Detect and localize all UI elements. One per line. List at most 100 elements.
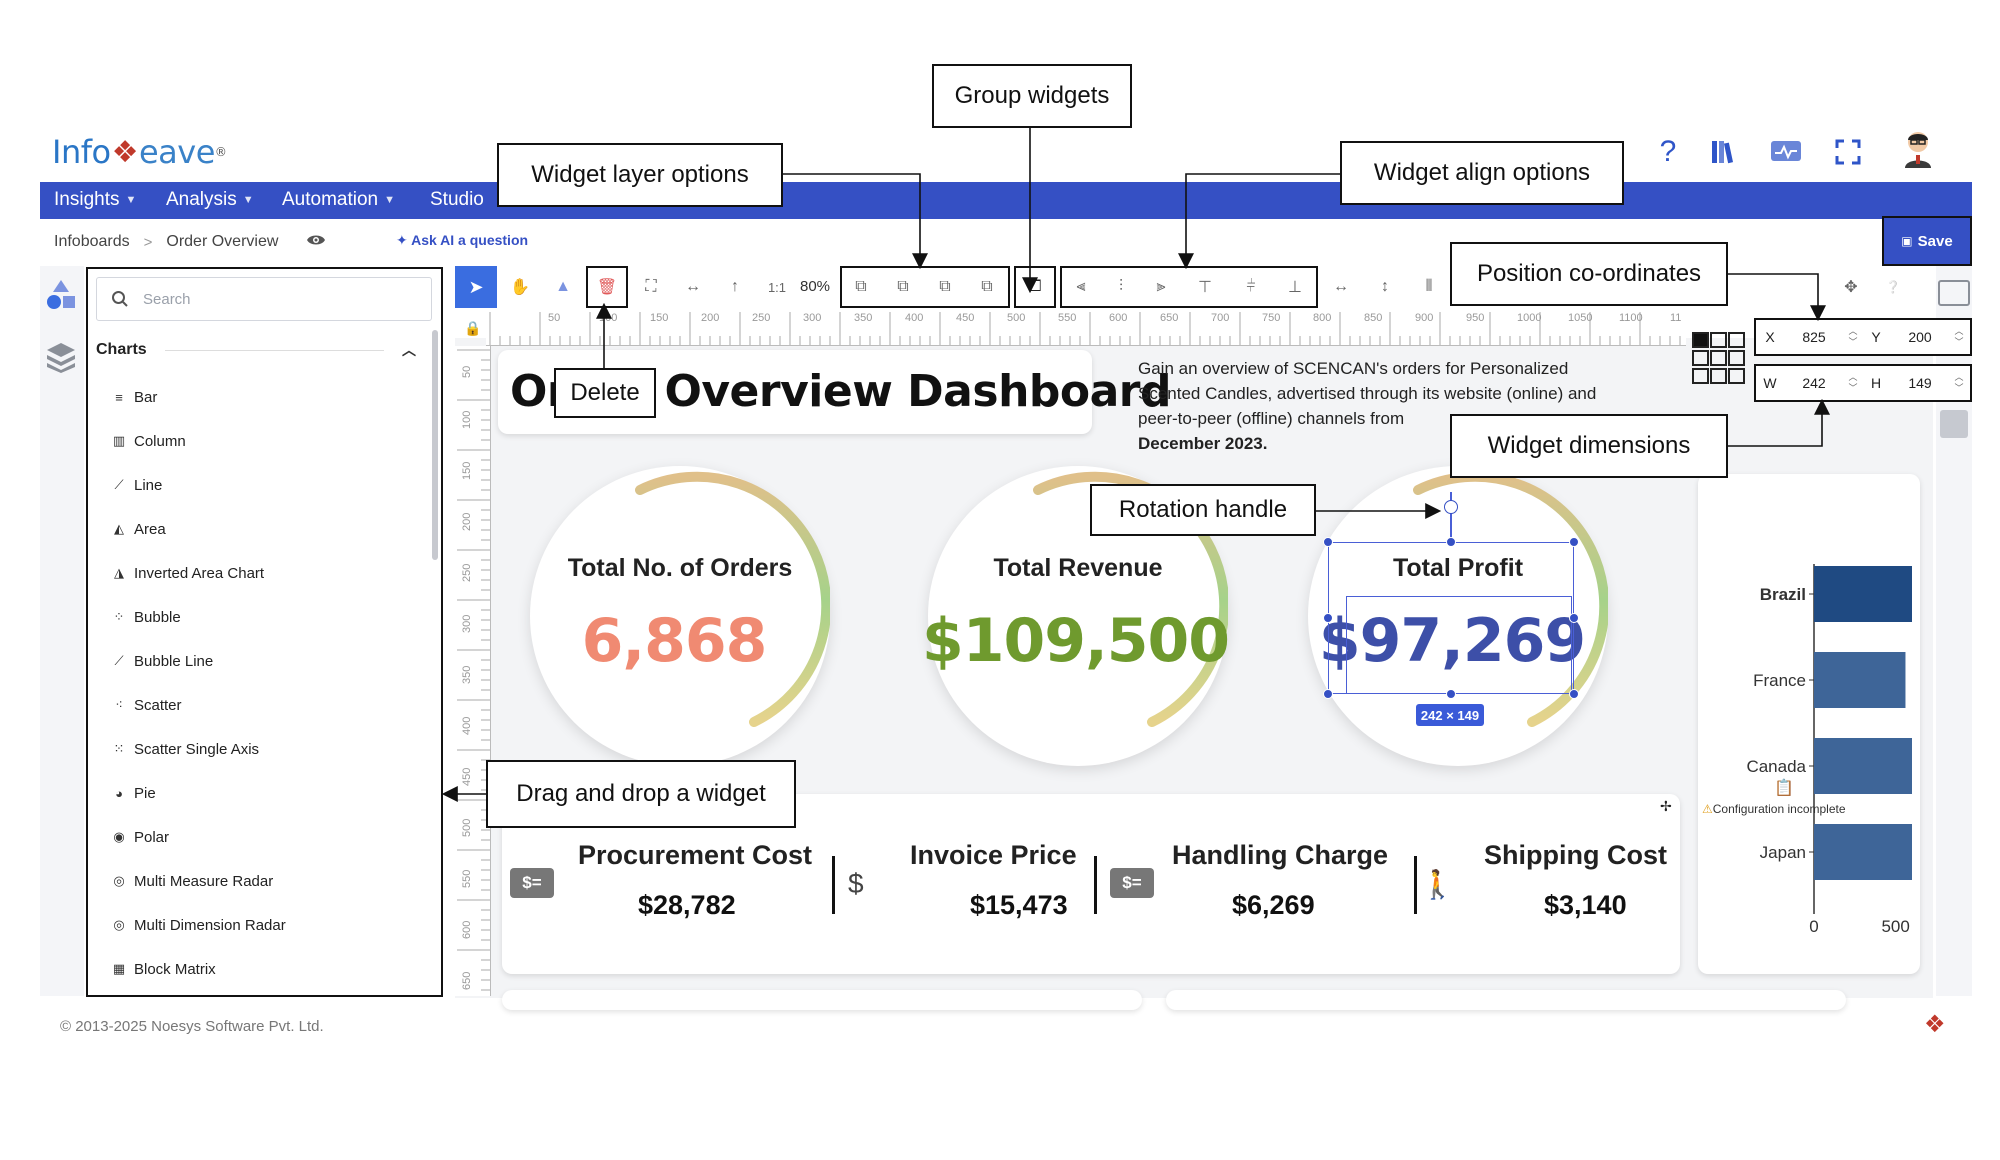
- chart-type-item[interactable]: ◉ Polar: [112, 826, 169, 848]
- widgets-shapes-icon[interactable]: [44, 278, 78, 317]
- bottom-widget-2[interactable]: [1166, 990, 1846, 1010]
- bottom-widget-1[interactable]: [502, 990, 1142, 1010]
- send-to-back-icon[interactable]: ⧉: [972, 272, 1002, 302]
- panel-scrollbar[interactable]: [432, 330, 438, 560]
- vertical-ruler: 50 100 150 200 250 300 350 400 450 500 550 600 650: [455, 346, 491, 996]
- widget-search-input[interactable]: Search: [96, 277, 432, 321]
- style-icon[interactable]: [1940, 410, 1968, 438]
- bring-to-front-icon[interactable]: ⧉: [846, 272, 876, 302]
- spacing-icon[interactable]: ⦀: [1414, 272, 1444, 302]
- send-backward-icon[interactable]: ⧉: [930, 272, 960, 302]
- breadcrumb-root[interactable]: Infoboards: [54, 233, 130, 251]
- actual-size-icon[interactable]: 1:1: [762, 272, 792, 302]
- y-label: Y: [1871, 329, 1881, 345]
- align-bottom-icon[interactable]: ⊥: [1280, 272, 1310, 302]
- chart-type-item[interactable]: ◭ Area: [112, 518, 166, 540]
- chart-type-item[interactable]: ▥ Column: [112, 430, 186, 452]
- chart-type-item[interactable]: ⟋ Line: [112, 474, 162, 496]
- add-icon[interactable]: ✢: [1660, 798, 1672, 815]
- move-icon[interactable]: ✥: [1836, 272, 1866, 302]
- ruler-label: 300: [461, 614, 473, 633]
- align-top-icon[interactable]: ⊤: [1190, 272, 1220, 302]
- width-stepper[interactable]: ︿ ﹀: [1844, 372, 1862, 394]
- width-arrow-icon[interactable]: ↔: [678, 272, 708, 302]
- ask-ai-link[interactable]: ✦ Ask AI a question: [396, 232, 528, 249]
- save-button[interactable]: ▣ Save: [1882, 216, 1972, 266]
- distribute-vertical-icon[interactable]: ↕: [1370, 272, 1400, 302]
- fit-screen-icon[interactable]: ⛶: [636, 272, 666, 302]
- height-input[interactable]: 149: [1890, 375, 1950, 391]
- nav-item-insights[interactable]: Insights ▼: [54, 189, 136, 211]
- group-widgets-icon[interactable]: ⧠: [1020, 272, 1050, 302]
- question-box-icon[interactable]: ❔: [1878, 272, 1908, 302]
- chart-type-item[interactable]: ▦ Block Matrix: [112, 958, 216, 980]
- config-icon[interactable]: 📋: [1774, 778, 1794, 798]
- nav-item-studio[interactable]: Studio: [430, 189, 484, 211]
- chart-type-label: Multi Measure Radar: [134, 872, 274, 890]
- chart-type-item[interactable]: ◎ Multi Measure Radar: [112, 870, 273, 892]
- bar: [1814, 824, 1912, 880]
- resize-handle-r[interactable]: [1569, 613, 1579, 623]
- logo-registered-mark: ®: [214, 145, 227, 159]
- user-avatar[interactable]: [1898, 128, 1938, 168]
- ruler-label: 850: [1364, 312, 1383, 324]
- chart-type-item[interactable]: ⁘ Bubble: [112, 606, 181, 628]
- resize-handle-l[interactable]: [1323, 613, 1333, 623]
- infoveave-logo[interactable]: Info ❖ eave ®: [52, 132, 227, 172]
- layers-icon[interactable]: [44, 340, 78, 379]
- width-input[interactable]: 242: [1784, 375, 1844, 391]
- align-right-icon[interactable]: ⫸: [1146, 272, 1176, 302]
- nav-item-automation[interactable]: Automation ▼: [282, 189, 395, 211]
- chart-type-item[interactable]: ≡ Bar: [112, 386, 157, 408]
- y-stepper[interactable]: ︿ ﹀: [1950, 326, 1968, 348]
- widget-selection-box[interactable]: [1328, 542, 1574, 694]
- arrow-up-icon[interactable]: ↑: [720, 272, 750, 302]
- kpi-value: 6,868: [581, 606, 768, 676]
- fullscreen-icon[interactable]: [1830, 134, 1866, 170]
- resize-handle-tr[interactable]: [1569, 537, 1579, 547]
- bar-chart-icon: ≡: [115, 389, 123, 405]
- chart-type-item[interactable]: ⁙ Scatter Single Axis: [112, 738, 260, 760]
- resize-handle-bl[interactable]: [1323, 689, 1333, 699]
- chart-type-item[interactable]: ⟋ Bubble Line: [112, 650, 213, 672]
- trash-icon[interactable]: 🗑: [592, 272, 622, 302]
- nav-item-analysis[interactable]: Analysis ▼: [166, 189, 254, 211]
- chart-type-item[interactable]: ⁖ Scatter: [112, 694, 181, 716]
- pan-hand-icon[interactable]: ✋: [505, 272, 535, 302]
- x-stepper[interactable]: ︿ ﹀: [1844, 326, 1862, 348]
- align-middle-icon[interactable]: ⫩: [1236, 272, 1266, 302]
- resize-handle-br[interactable]: [1569, 689, 1579, 699]
- resize-handle-tl[interactable]: [1323, 537, 1333, 547]
- monitor-icon[interactable]: [1768, 134, 1804, 170]
- chevron-up-icon[interactable]: ︿: [402, 340, 416, 360]
- resize-handle-t[interactable]: [1446, 537, 1456, 547]
- select-tool-icon[interactable]: ➤: [455, 266, 497, 308]
- chart-type-label: Block Matrix: [134, 960, 216, 978]
- anchor-grid-icon[interactable]: [1692, 332, 1746, 386]
- distribute-horizontal-icon[interactable]: ↔: [1326, 272, 1356, 302]
- zoom-level[interactable]: 80%: [800, 278, 830, 295]
- charts-section-header[interactable]: Charts ︿: [96, 340, 416, 360]
- chart-type-item[interactable]: ◮ Inverted Area Chart: [112, 562, 264, 584]
- rotation-handle[interactable]: [1444, 500, 1458, 514]
- x-input[interactable]: 825: [1784, 329, 1844, 345]
- properties-panel-icon[interactable]: [1938, 280, 1970, 306]
- warning-icon: ⚠: [1702, 802, 1713, 816]
- resize-handle-b[interactable]: [1446, 689, 1456, 699]
- ruler-label: 11: [1670, 312, 1682, 324]
- shapes-tool-icon[interactable]: ▲: [548, 272, 578, 302]
- align-left-icon[interactable]: ⫷: [1066, 272, 1096, 302]
- bring-forward-icon[interactable]: ⧉: [888, 272, 918, 302]
- library-icon[interactable]: [1706, 134, 1742, 170]
- chart-type-item[interactable]: ◎ Multi Dimension Radar: [112, 914, 285, 936]
- lock-icon[interactable]: 🔒: [464, 320, 481, 337]
- y-input[interactable]: 200: [1890, 329, 1950, 345]
- help-icon[interactable]: ?: [1650, 134, 1686, 170]
- eye-icon[interactable]: [306, 233, 326, 252]
- chart-type-item[interactable]: ◕ Pie: [112, 782, 156, 804]
- ruler-label: 650: [1160, 312, 1179, 324]
- search-placeholder: Search: [143, 290, 191, 308]
- height-stepper[interactable]: ︿ ﹀: [1950, 372, 1968, 394]
- align-center-icon[interactable]: ⫶: [1106, 272, 1136, 302]
- cost-title: Shipping Cost: [1484, 840, 1667, 870]
